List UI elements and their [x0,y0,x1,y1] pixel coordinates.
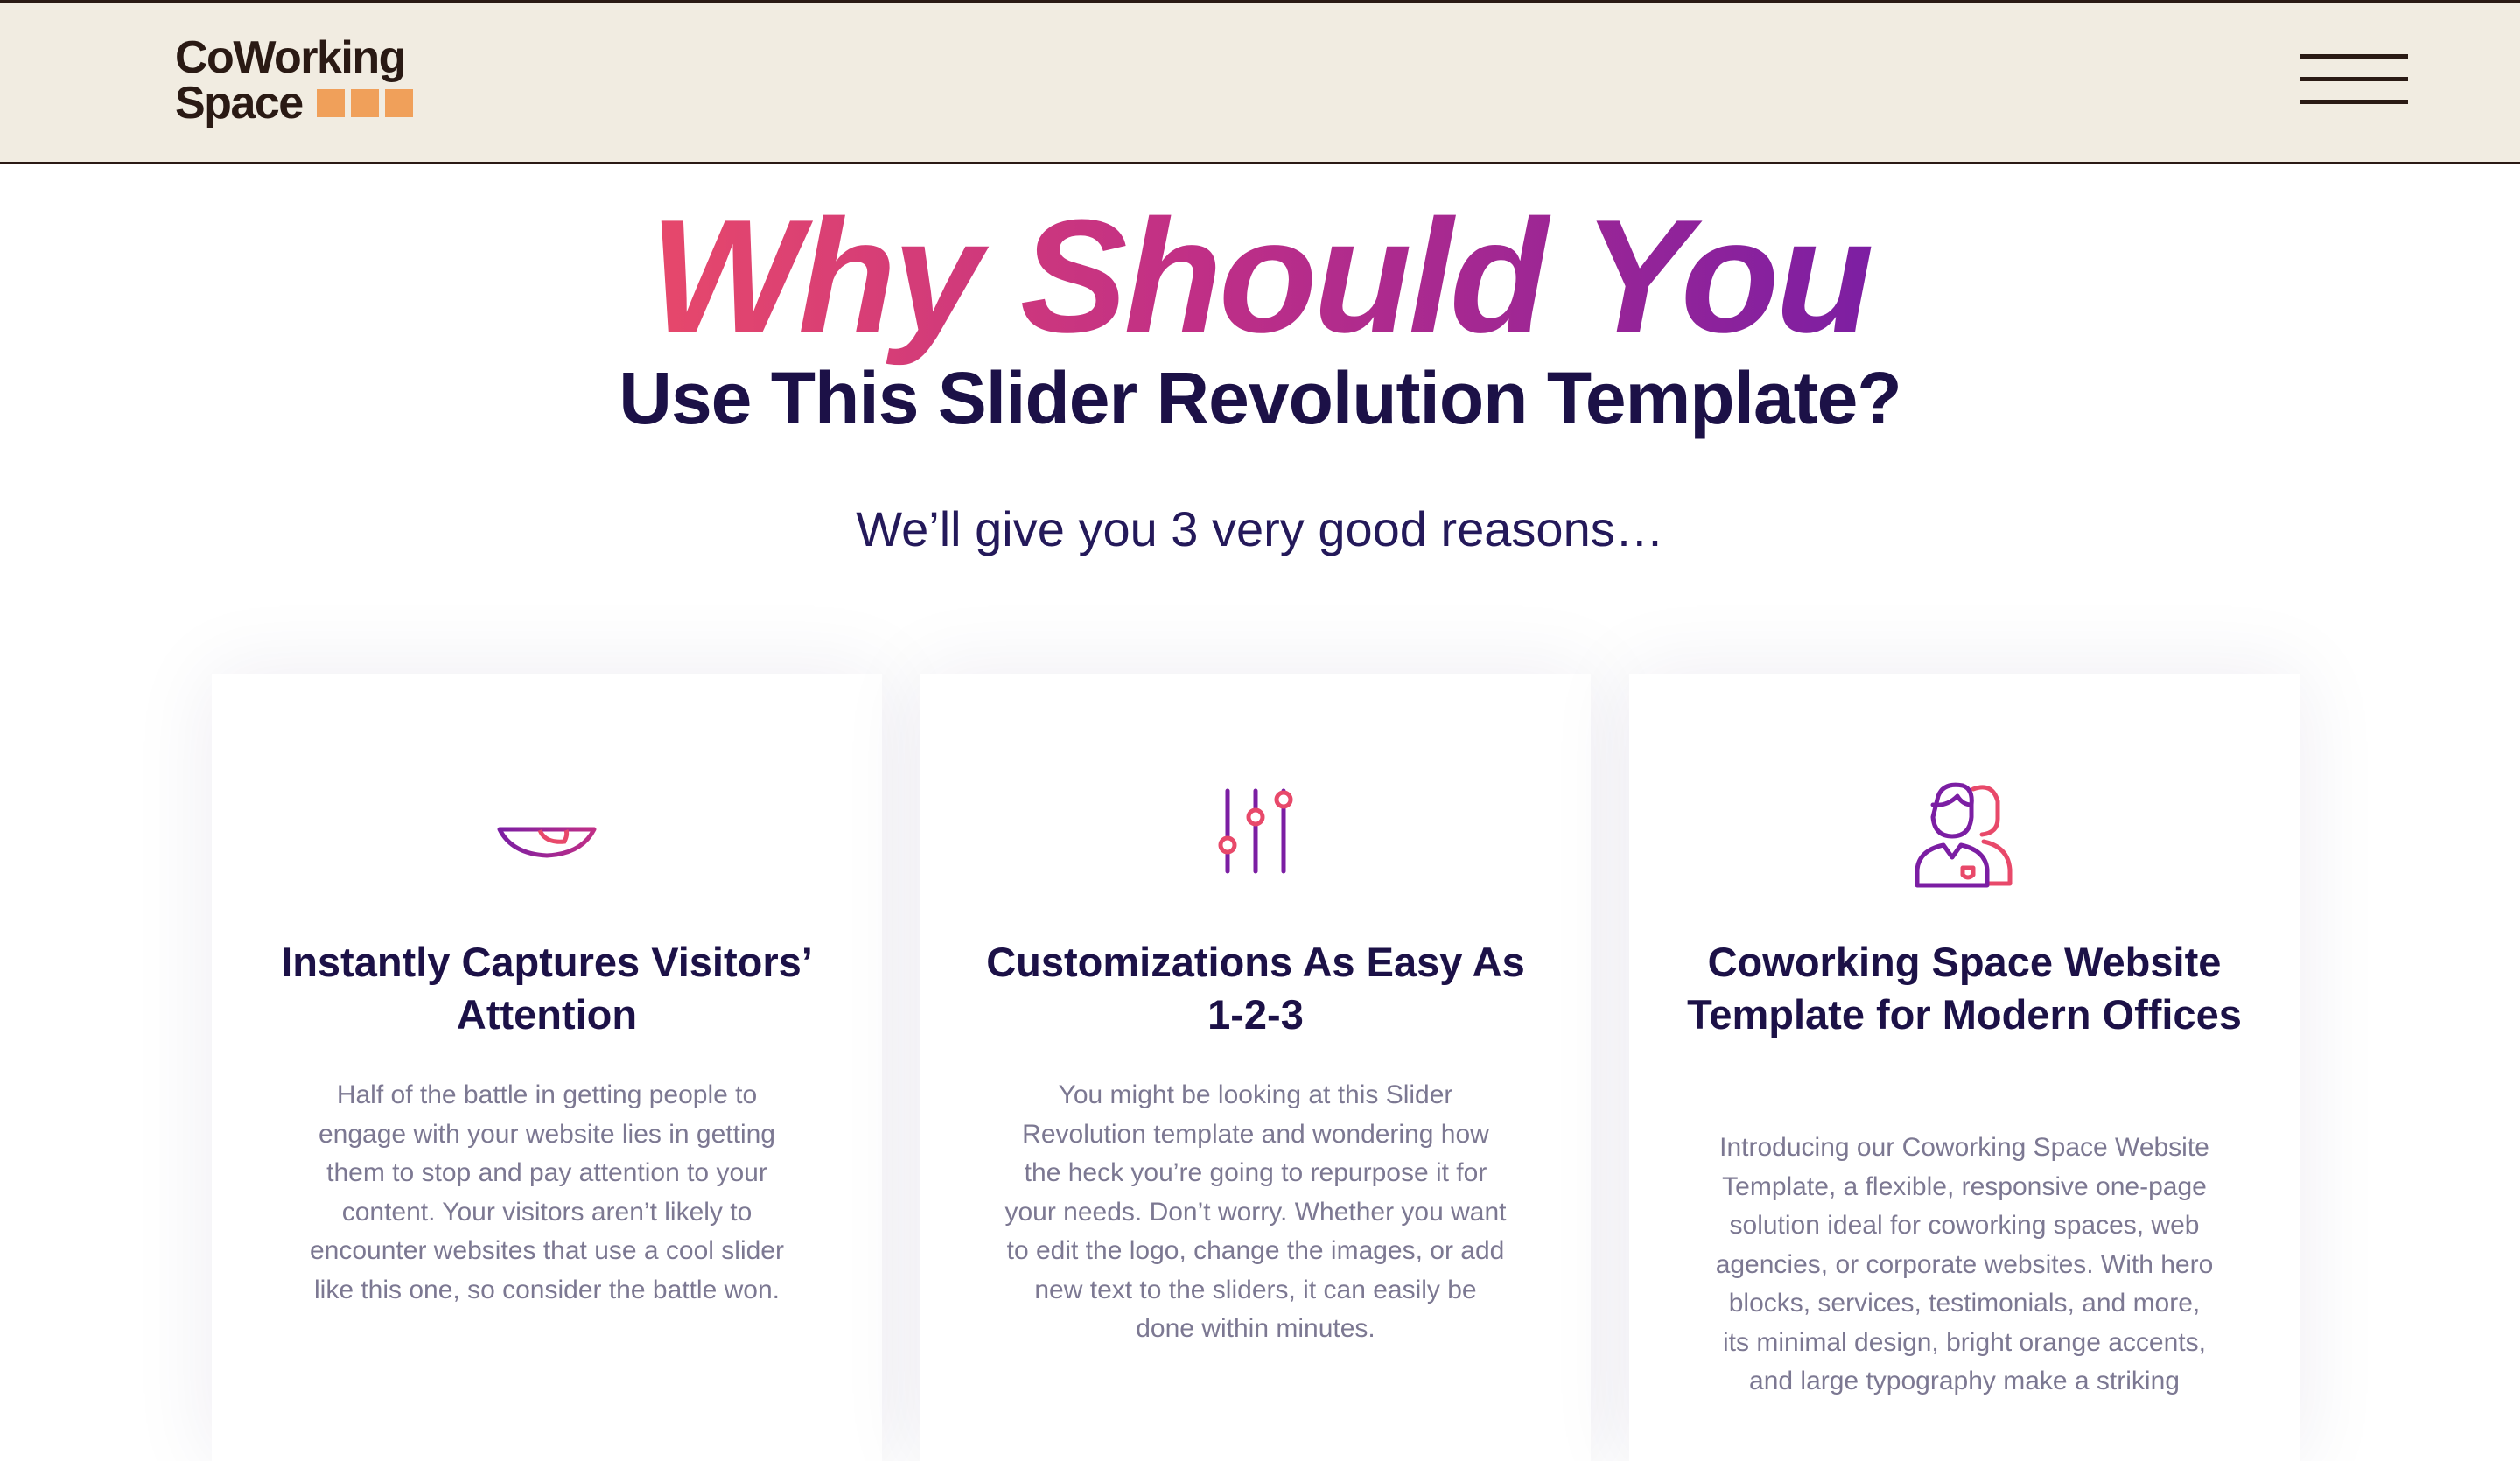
feature-card: Coworking Space Website Template for Mod… [1629,674,2300,1461]
card-title: Coworking Space Website Template for Mod… [1687,939,2242,1038]
logo-square [316,89,345,117]
logo-line-2: Space [175,78,304,129]
users-icon [1629,779,2300,892]
card-body: Introducing our Coworking Space Website … [1715,1133,2214,1395]
card-body: Half of the battle in getting people to … [310,1080,784,1304]
page-headline: Why Should You [0,188,2520,363]
card-title: Instantly Captures Visitors’ Attention [281,939,813,1038]
hamburger-menu-icon[interactable] [2300,54,2408,107]
eye-icon [212,822,882,866]
page-subheadline: Use This Slider Revolution Template? [619,357,1901,439]
headline-text: Why Should You [632,185,1887,366]
logo[interactable]: CoWorking Space [175,35,413,126]
logo-square [350,89,379,117]
sliders-icon [920,787,1591,875]
logo-line-1: CoWorking [175,32,406,83]
feature-card: Customizations As Easy As 1-2-3 You migh… [920,674,1591,1461]
feature-card: Instantly Captures Visitors’ Attention H… [212,674,882,1461]
logo-square [384,89,413,117]
card-body: You might be looking at this Slider Revo… [1004,1080,1507,1343]
card-title: Customizations As Easy As 1-2-3 [986,939,1525,1038]
site-header: CoWorking Space [0,0,2520,164]
intro-text: We’ll give you 3 very good reasons… [856,501,1664,556]
